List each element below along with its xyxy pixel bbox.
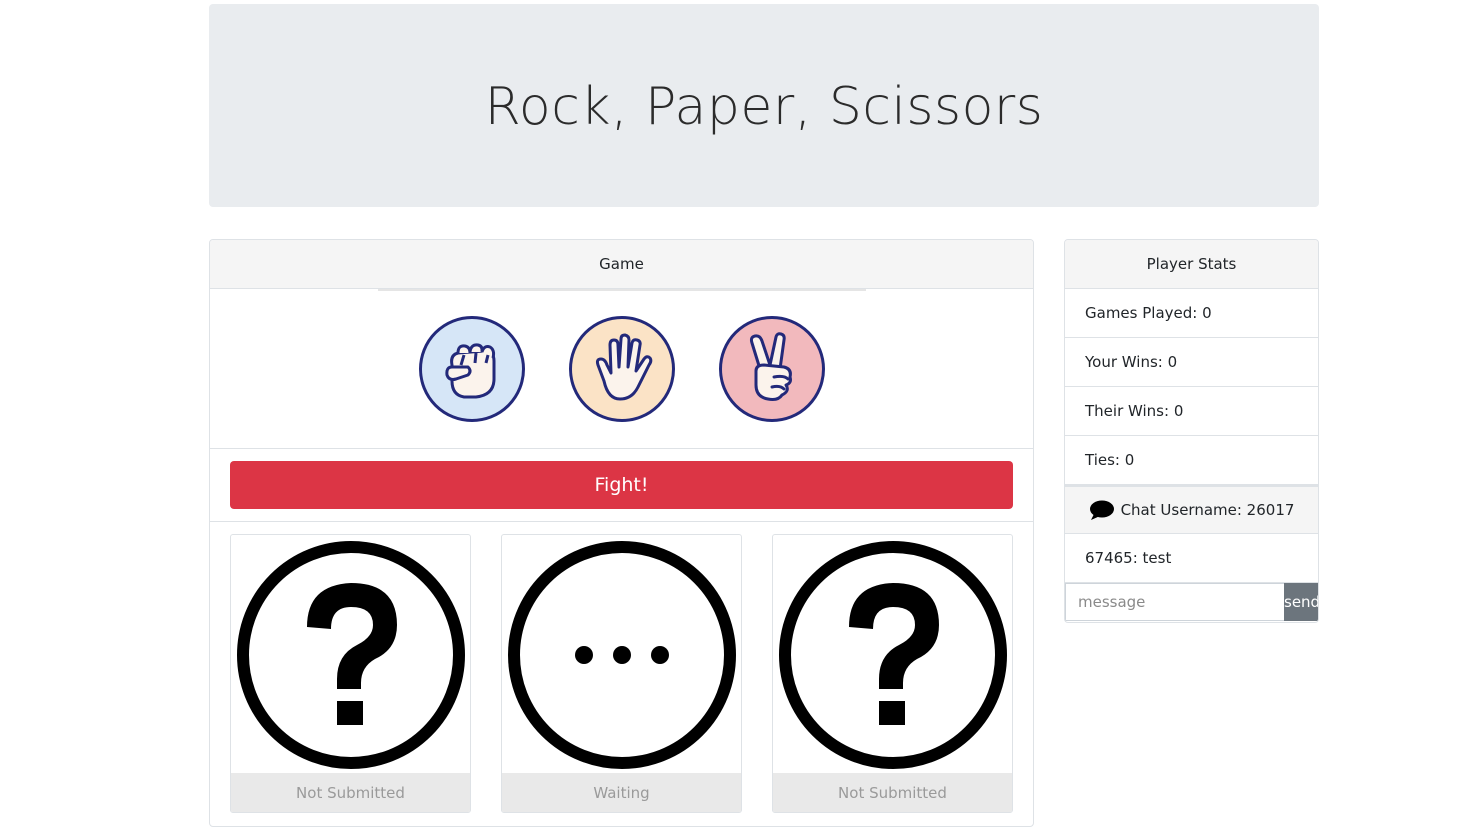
scissors-choice-button[interactable] (718, 315, 825, 422)
chat-header: Chat Username: 26017 (1065, 485, 1318, 534)
message-input[interactable] (1065, 583, 1284, 621)
page-header: Rock, Paper, Scissors (209, 4, 1319, 207)
game-card: Game Fight! Not Submitted Waiting Not Su… (209, 239, 1034, 827)
results-row: Not Submitted Waiting Not Submitted (210, 522, 1033, 813)
result-status-card: Waiting (501, 534, 742, 813)
opponent-result-card: Not Submitted (772, 534, 1013, 813)
result-status-label: Waiting (502, 773, 741, 812)
question-mark-icon (236, 540, 465, 769)
ties-stat: Ties: 0 (1065, 436, 1318, 485)
chat-username: Chat Username: 26017 (1120, 501, 1295, 519)
player-result-card: Not Submitted (230, 534, 471, 813)
chat-message: 67465: test (1065, 534, 1318, 583)
chat-input-row: send (1065, 583, 1318, 621)
send-button[interactable]: send (1284, 583, 1318, 621)
games-played-stat: Games Played: 0 (1065, 289, 1318, 338)
rock-choice-button[interactable] (418, 315, 525, 422)
paper-hand-icon (595, 333, 652, 400)
game-card-header: Game (210, 240, 1033, 289)
your-wins-stat: Your Wins: 0 (1065, 338, 1318, 387)
choices-row (210, 289, 1033, 449)
scissors-hand-icon (749, 331, 792, 401)
fight-button[interactable]: Fight! (230, 461, 1013, 509)
ellipsis-icon (507, 540, 736, 769)
player-stats-card: Player Stats Games Played: 0 Your Wins: … (1064, 239, 1319, 623)
question-mark-icon (778, 540, 1007, 769)
rock-hand-icon (444, 342, 495, 398)
divider (378, 289, 866, 291)
fight-row: Fight! (210, 449, 1033, 522)
their-wins-stat: Their Wins: 0 (1065, 387, 1318, 436)
chat-bubble-icon (1089, 500, 1114, 520)
paper-choice-button[interactable] (568, 315, 675, 422)
player-stats-header: Player Stats (1065, 240, 1318, 289)
player-status-label: Not Submitted (231, 773, 470, 812)
opponent-status-label: Not Submitted (773, 773, 1012, 812)
page-title: Rock, Paper, Scissors (484, 76, 1044, 137)
